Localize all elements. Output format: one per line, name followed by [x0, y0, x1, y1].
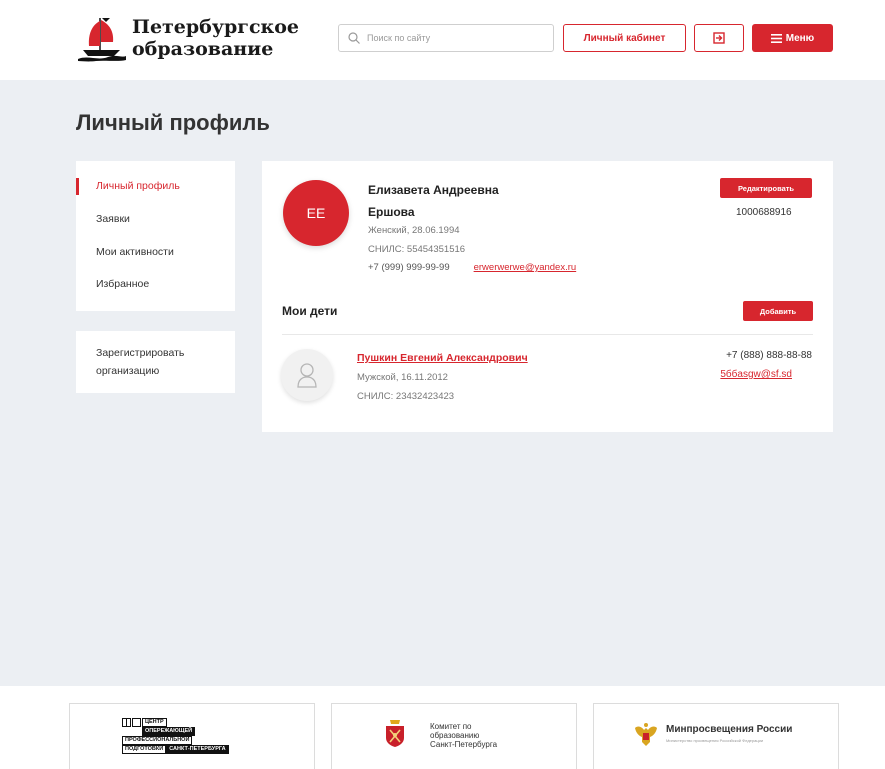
child-avatar	[281, 349, 333, 401]
menu-button[interactable]: Меню	[752, 24, 833, 52]
hamburger-icon	[770, 33, 782, 43]
avatar: ЕЕ	[283, 180, 349, 246]
partner-cop-spb[interactable]: ЦЕНТР ОПЕРЕЖАЮЩЕЙ ПРОФЕССИОНАЛЬНОЙ ПОДГО…	[69, 703, 315, 769]
cop-mark-icon	[122, 718, 141, 727]
page-title: Личный профиль	[76, 110, 270, 135]
committee-line-3: Санкт-Петербурга	[430, 740, 498, 749]
active-indicator	[76, 178, 79, 195]
committee-line-1: Комитет по	[430, 722, 472, 731]
profile-snils: СНИЛС: 55454351516	[368, 244, 466, 255]
register-organization-link[interactable]: Зарегистрировать организацию	[96, 344, 184, 380]
children-section-title: Мои дети	[282, 304, 338, 318]
ministry-name: Минпросвещения России	[666, 724, 793, 735]
sign-in-icon	[713, 32, 725, 44]
logo-line-2: образование	[132, 38, 274, 60]
menu-label: Меню	[785, 32, 815, 44]
profile-email-link[interactable]: erwerwerwe@yandex.ru	[474, 262, 577, 273]
profile-sidebar: Личный профиль Заявки Мои активности Изб…	[76, 161, 235, 311]
profile-phone: +7 (999) 999-99-99	[368, 262, 450, 273]
profile-name-line-1: Елизавета Андреевна	[368, 183, 499, 197]
ship-logo-icon	[78, 18, 126, 62]
sidebar-item-profile[interactable]: Личный профиль	[96, 180, 180, 192]
child-gender-birth: Мужской, 16.11.2012	[357, 372, 448, 383]
search-box[interactable]	[338, 24, 554, 52]
committee-name: Комитет по образованию Санкт-Петербурга	[430, 722, 497, 749]
profile-card: ЕЕ Елизавета Андреевна Ершова Женский, 2…	[262, 161, 833, 432]
personal-cabinet-button[interactable]: Личный кабинет	[563, 24, 686, 52]
logo-text: Петербургское образование	[132, 16, 299, 60]
cop-line-1: ЦЕНТР	[142, 718, 167, 727]
main-content: Личный профиль Личный профиль Заявки Мои…	[0, 80, 885, 686]
edit-profile-button[interactable]: Редактировать	[720, 178, 812, 198]
sidebar-item-activities[interactable]: Мои активности	[96, 246, 174, 258]
register-line-2: организацию	[96, 365, 160, 377]
child-snils: СНИЛС: 23432423423	[357, 391, 455, 402]
add-child-button[interactable]: Добавить	[743, 301, 813, 321]
profile-gender-birth: Женский, 28.06.1994	[368, 225, 460, 236]
partners-footer: ЦЕНТР ОПЕРЕЖАЮЩЕЙ ПРОФЕССИОНАЛЬНОЙ ПОДГО…	[0, 686, 885, 769]
partner-minprosveshcheniya[interactable]: Минпросвещения России Министерство просв…	[593, 703, 839, 769]
child-email-link[interactable]: 5ббasgw@sf.sd	[720, 369, 792, 380]
register-organization-card[interactable]: Зарегистрировать организацию	[76, 331, 235, 393]
committee-line-2: образованию	[430, 731, 480, 740]
login-button[interactable]	[694, 24, 744, 52]
child-phone: +7 (888) 888-88-88	[726, 350, 812, 361]
sidebar-item-requests[interactable]: Заявки	[96, 213, 130, 225]
profile-name-line-2: Ершова	[368, 205, 415, 219]
register-line-1: Зарегистрировать	[96, 347, 185, 359]
child-name-link[interactable]: Пушкин Евгений Александрович	[357, 352, 528, 364]
sidebar-item-favorites[interactable]: Избранное	[96, 278, 149, 290]
site-logo[interactable]: Петербургское образование	[76, 14, 299, 64]
double-headed-eagle-icon	[635, 723, 657, 746]
partner-education-committee[interactable]: Комитет по образованию Санкт-Петербурга	[331, 703, 577, 769]
ministry-subtitle: Министерство просвещения Российской Феде…	[666, 738, 764, 743]
search-icon	[348, 32, 360, 44]
cop-line-4: ПОДГОТОВКИ	[122, 745, 167, 754]
cop-line-2: ОПЕРЕЖАЮЩЕЙ	[142, 727, 196, 736]
profile-contacts: +7 (999) 999-99-99 erwerwerwe@yandex.ru	[368, 262, 576, 273]
profile-id: 1000688916	[736, 207, 792, 218]
user-icon	[297, 363, 317, 388]
search-input[interactable]	[367, 29, 547, 47]
divider	[282, 334, 813, 335]
cop-logo: ЦЕНТР ОПЕРЕЖАЮЩЕЙ ПРОФЕССИОНАЛЬНОЙ ПОДГО…	[122, 718, 229, 754]
cop-line-3: ПРОФЕССИОНАЛЬНОЙ	[122, 736, 193, 745]
site-header: Петербургское образование Личный кабинет…	[0, 0, 885, 80]
profile-name: Елизавета Андреевна Ершова	[368, 179, 499, 223]
logo-line-1: Петербургское	[132, 16, 299, 38]
spb-coat-of-arms-icon	[386, 720, 404, 747]
cop-line-5: САНКТ-ПЕТЕРБУРГА	[166, 745, 229, 754]
